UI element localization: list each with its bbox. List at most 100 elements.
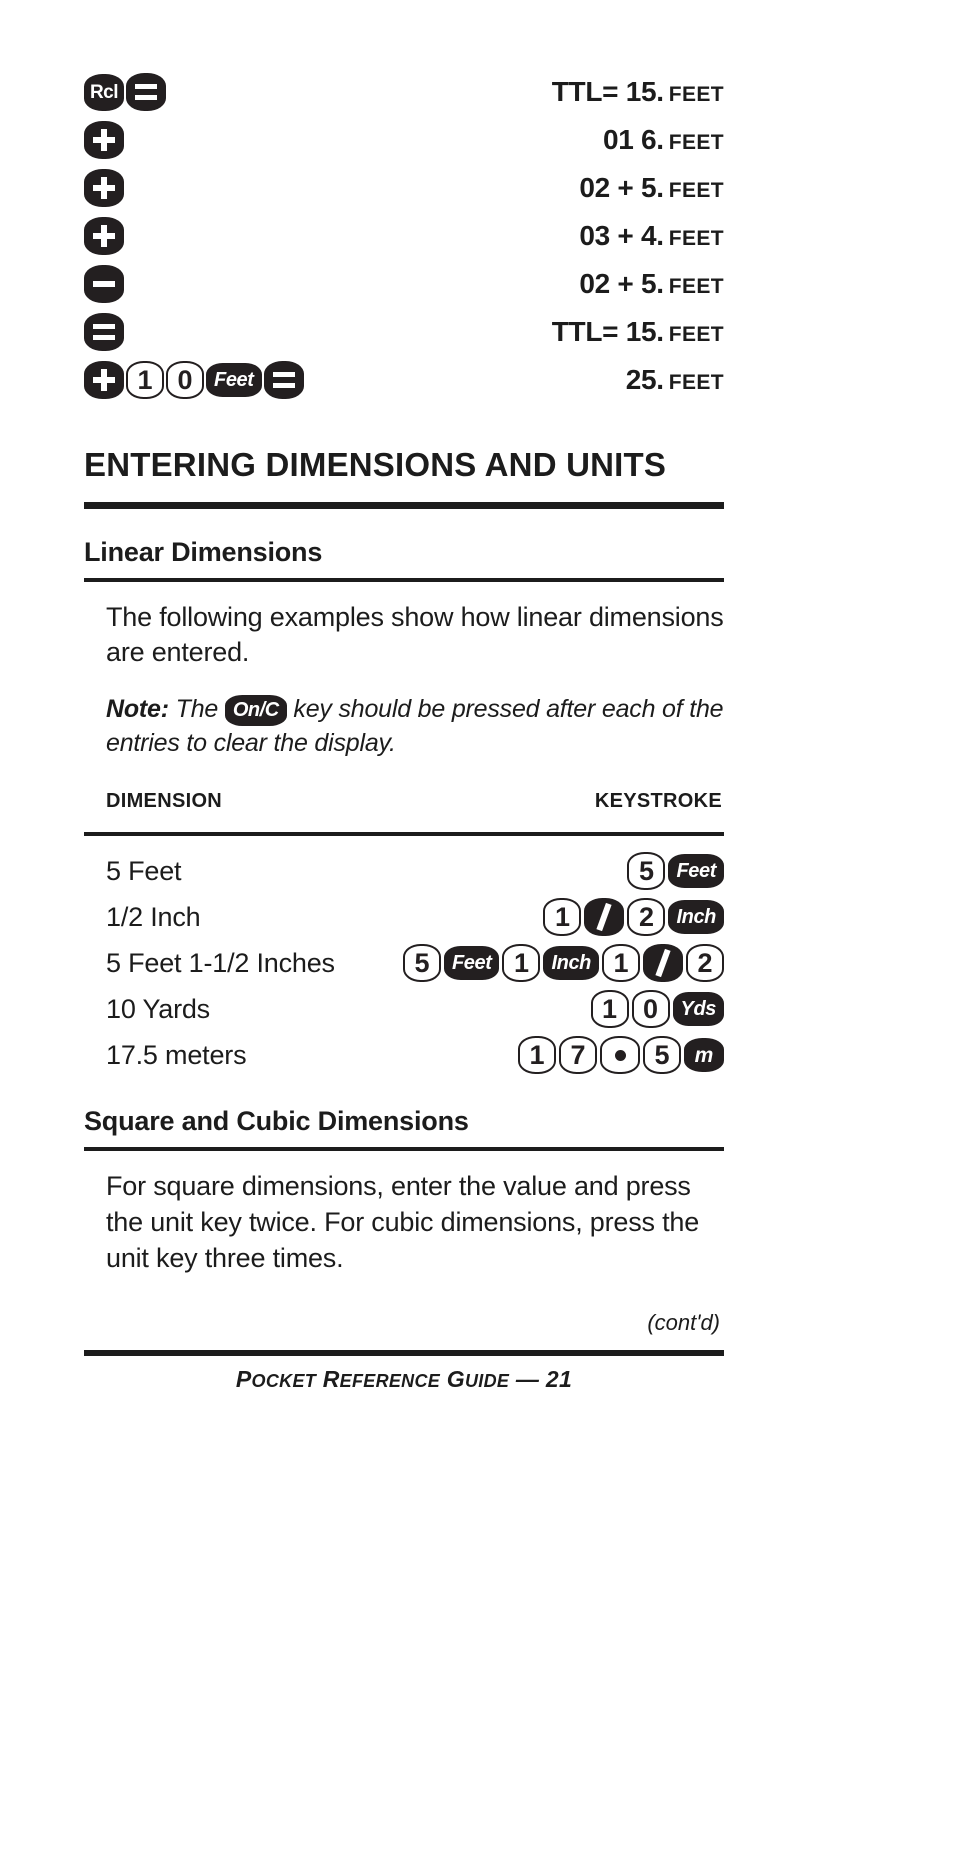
- plus-key[interactable]: [84, 121, 124, 159]
- dimension-label: 5 Feet: [106, 855, 182, 886]
- dimension-label: 5 Feet 1-1/2 Inches: [106, 947, 335, 978]
- footer-word-pocket-rest: OCKET: [251, 1371, 317, 1392]
- plus-key[interactable]: [84, 361, 124, 399]
- section-heading-linear-dimensions: Linear Dimensions: [84, 536, 323, 567]
- example-display-cell: 03 + 4. FEET: [384, 220, 724, 252]
- example-keystroke-cell: Rcl: [84, 73, 384, 111]
- linear-dimensions-paragraph: The following examples show how linear d…: [106, 601, 724, 668]
- feet-key[interactable]: Feet: [206, 363, 262, 397]
- example-display-cell: 01 6. FEET: [384, 124, 724, 156]
- footer-page-number: 21: [545, 1366, 573, 1393]
- yds-key[interactable]: Yds: [672, 992, 724, 1027]
- example-keystroke-cell: [84, 169, 384, 207]
- example-display-cell: TTL= 15. FEET: [384, 76, 724, 108]
- example-display-cell: 02 + 5. FEET: [384, 268, 724, 300]
- dimension-table-body: 5 Feet 5 Feet 1/2 Inch 1 2 Inch 5 Feet 1-1/2 In…: [84, 836, 724, 1078]
- inch-key[interactable]: Inch: [668, 900, 724, 935]
- digit-1-key[interactable]: 1: [518, 1036, 556, 1075]
- table-row: 17.5 meters 1 7 5 m: [84, 1032, 724, 1078]
- example-keystroke-cell: [84, 265, 384, 303]
- example-display-cell: TTL= 15. FEET: [384, 316, 724, 348]
- example-keystroke-cell: [84, 217, 384, 255]
- square-cubic-paragraph: For square dimensions, enter the value a…: [106, 1171, 700, 1273]
- display-value: TTL= 15.: [551, 316, 664, 347]
- section-rule-linear: [84, 577, 724, 582]
- digit-5-key[interactable]: 5: [402, 944, 441, 983]
- digit-7-key[interactable]: 7: [559, 1036, 597, 1075]
- dimension-table-header: DIMENSION KEYSTROKE: [84, 790, 724, 822]
- example-row: 01 6. FEET: [84, 116, 724, 164]
- display-unit: FEET: [668, 83, 724, 106]
- example-row: 1 0 Feet 25. FEET: [84, 356, 724, 404]
- dimension-label: 1/2 Inch: [106, 901, 201, 932]
- document-page: Rcl TTL= 15. FEET 01 6. FEET 02 + 5. FEET 03 + …: [84, 0, 724, 1393]
- equals-glyph: [93, 324, 115, 340]
- display-unit: FEET: [668, 323, 724, 346]
- plus-key[interactable]: [84, 217, 124, 255]
- meters-key[interactable]: m: [684, 1038, 724, 1073]
- keystroke-sequence: 5 Feet 1 Inch 1 2: [402, 944, 724, 983]
- example-keystroke-table: Rcl TTL= 15. FEET 01 6. FEET 02 + 5. FEET 03 + …: [84, 0, 724, 404]
- column-header-keystroke: KEYSTROKE: [594, 790, 722, 813]
- digit-1-key[interactable]: 1: [543, 898, 582, 937]
- display-value: 01 6.: [602, 124, 664, 155]
- slash-glyph: [593, 904, 615, 930]
- display-value: 02 + 5.: [579, 172, 664, 203]
- footer-word-reference-rest: EFERENCE: [339, 1371, 441, 1392]
- divide-key[interactable]: [643, 944, 683, 983]
- on-c-key[interactable]: On/C: [224, 694, 287, 726]
- note-label: Note:: [106, 694, 169, 723]
- section-rule-square-cubic: [84, 1147, 724, 1152]
- digit-0-key[interactable]: 0: [631, 990, 670, 1029]
- digit-2-key[interactable]: 2: [627, 898, 666, 937]
- plus-glyph: [93, 369, 115, 391]
- display-value: TTL= 15.: [551, 76, 664, 107]
- footer-dash: —: [509, 1366, 546, 1393]
- footer-word-guide-cap: G: [446, 1366, 465, 1393]
- digit-1-key[interactable]: 1: [590, 990, 629, 1029]
- plus-key[interactable]: [84, 169, 124, 207]
- plus-glyph: [93, 129, 115, 151]
- equals-glyph: [135, 84, 157, 100]
- decimal-point-key[interactable]: [600, 1036, 640, 1075]
- continued-marker: (cont'd): [647, 1310, 720, 1336]
- keystroke-sequence: 5 Feet: [627, 852, 724, 891]
- chapter-title: ENTERING DIMENSIONS AND UNITS: [84, 446, 667, 483]
- table-row: 1/2 Inch 1 2 Inch: [84, 894, 724, 940]
- inch-key[interactable]: Inch: [543, 946, 599, 981]
- feet-key[interactable]: Feet: [668, 854, 724, 889]
- dimension-label: 17.5 meters: [106, 1039, 247, 1070]
- table-row: 10 Yards 1 0 Yds: [84, 986, 724, 1032]
- footer-word-reference-cap: R: [322, 1366, 340, 1393]
- keystroke-sequence: 17 5m: [518, 1036, 724, 1075]
- digit-5-key[interactable]: 5: [643, 1036, 681, 1075]
- recall-key[interactable]: Rcl: [84, 73, 124, 111]
- digit-2-key[interactable]: 2: [686, 944, 724, 983]
- divide-key[interactable]: [584, 898, 625, 937]
- display-value: 03 + 4.: [579, 220, 664, 251]
- equals-key[interactable]: [84, 313, 124, 351]
- feet-key[interactable]: Feet: [443, 946, 500, 981]
- digit-1-key[interactable]: 1: [502, 944, 541, 983]
- plus-glyph: [93, 177, 115, 199]
- footer-title: POCKET REFERENCE GUIDE — 21: [84, 1366, 724, 1393]
- section-heading-square-cubic: Square and Cubic Dimensions: [84, 1106, 469, 1137]
- display-unit: FEET: [668, 227, 724, 250]
- chapter-rule: [84, 501, 724, 509]
- equals-key[interactable]: [126, 73, 166, 111]
- digit-5-key[interactable]: 5: [627, 852, 666, 891]
- display-value: 25.: [625, 364, 664, 395]
- example-keystroke-cell: [84, 313, 384, 351]
- column-header-dimension: DIMENSION: [106, 790, 223, 813]
- keystroke-sequence: 1 0 Yds: [590, 990, 724, 1029]
- digit-1-key[interactable]: 1: [126, 361, 164, 399]
- example-row: 03 + 4. FEET: [84, 212, 724, 260]
- equals-key[interactable]: [263, 361, 304, 399]
- example-display-cell: 02 + 5. FEET: [384, 172, 724, 204]
- linear-dimensions-note: Note: The On/C key should be pressed aft…: [106, 693, 724, 761]
- minus-key[interactable]: [84, 265, 124, 303]
- digit-0-key[interactable]: 0: [166, 361, 204, 399]
- dot-glyph: [614, 1049, 626, 1061]
- digit-1-key[interactable]: 1: [602, 944, 640, 983]
- dimension-keystroke-table: DIMENSION KEYSTROKE 5 Feet 5 Feet 1/2 Inch 1…: [84, 790, 724, 1078]
